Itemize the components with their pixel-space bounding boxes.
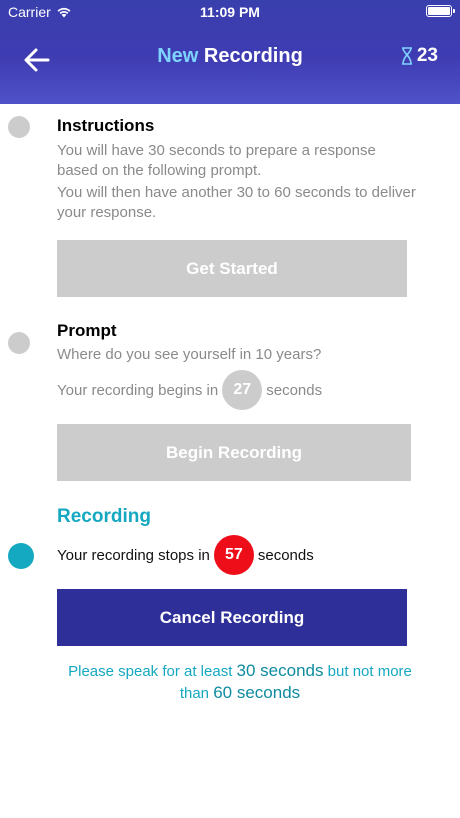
recording-heading: Recording bbox=[57, 506, 151, 527]
app-header: Carrier 11:09 PM New Recording 23 bbox=[0, 0, 460, 104]
timer: 23 bbox=[401, 45, 438, 67]
step-indicator-instructions bbox=[8, 116, 30, 138]
prompt-question: Where do you see yourself in 10 years? bbox=[57, 346, 322, 363]
title-accent: New bbox=[157, 45, 199, 67]
title-rest: Recording bbox=[203, 45, 303, 67]
page-title: New Recording bbox=[0, 45, 460, 68]
battery-icon bbox=[426, 5, 455, 17]
stops-suffix: seconds bbox=[257, 546, 314, 564]
stops-count-badge: 57 bbox=[213, 535, 254, 575]
begins-count-badge: 27 bbox=[222, 370, 263, 410]
prompt-heading: Prompt bbox=[57, 321, 117, 340]
begins-countdown-row: Your recording begins in 27 seconds bbox=[57, 370, 322, 410]
note-max: 60 seconds bbox=[213, 683, 301, 702]
begin-recording-button[interactable]: Begin Recording bbox=[57, 424, 411, 481]
instructions-text-2: You will then have another 30 to 60 seco… bbox=[57, 184, 416, 221]
get-started-button[interactable]: Get Started bbox=[57, 240, 407, 297]
step-indicator-prompt bbox=[8, 332, 30, 354]
status-time: 11:09 PM bbox=[200, 4, 260, 20]
begins-prefix: Your recording begins in bbox=[57, 381, 219, 399]
note-part-1: Please speak for at least bbox=[68, 663, 233, 680]
begins-suffix: seconds bbox=[266, 381, 323, 399]
duration-note: Please speak for at least 30 seconds but… bbox=[57, 660, 423, 704]
timer-value: 23 bbox=[416, 45, 438, 66]
instructions-heading: Instructions bbox=[57, 116, 155, 135]
step-indicator-recording bbox=[8, 543, 34, 569]
hourglass-icon bbox=[401, 47, 412, 65]
note-min: 30 seconds bbox=[236, 661, 324, 680]
cancel-recording-button[interactable]: Cancel Recording bbox=[57, 589, 407, 646]
stops-countdown-row: Your recording stops in 57 seconds bbox=[57, 535, 314, 575]
status-bar: Carrier 11:09 PM bbox=[0, 0, 460, 22]
stops-prefix: Your recording stops in bbox=[57, 546, 210, 564]
instructions-text-1: You will have 30 seconds to prepare a re… bbox=[57, 142, 376, 179]
